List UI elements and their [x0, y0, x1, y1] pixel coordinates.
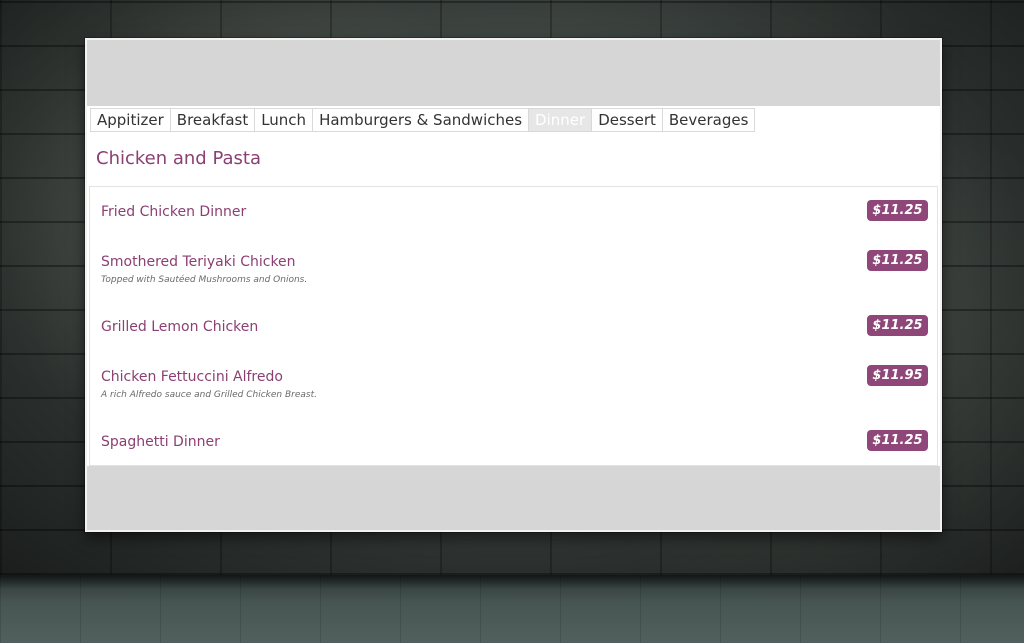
tab-dessert[interactable]: Dessert — [592, 109, 663, 131]
menu-item-name: Fried Chicken Dinner — [101, 204, 247, 220]
menu-item-description: Topped with Sautéed Mushrooms and Onions… — [101, 275, 308, 285]
price-badge: $11.25 — [867, 250, 928, 271]
tab-lunch[interactable]: Lunch — [255, 109, 314, 131]
panel-header-area — [87, 40, 940, 106]
menu-item-name: Chicken Fettuccini Alfredo — [101, 369, 283, 385]
menu-item-name: Spaghetti Dinner — [101, 434, 220, 450]
menu-panel: Appitizer Breakfast Lunch Hamburgers & S… — [85, 38, 942, 532]
menu-item: Grilled Lemon Chicken $11.25 — [101, 315, 928, 336]
menu-item: Chicken Fettuccini Alfredo A rich Alfred… — [101, 365, 928, 400]
tab-dinner[interactable]: Dinner — [529, 109, 593, 131]
price-badge: $11.25 — [867, 200, 928, 221]
background-scene: Appitizer Breakfast Lunch Hamburgers & S… — [0, 0, 1024, 643]
menu-item-name: Grilled Lemon Chicken — [101, 319, 259, 335]
menu-item: Spaghetti Dinner $11.25 — [101, 430, 928, 451]
menu-content: Appitizer Breakfast Lunch Hamburgers & S… — [87, 106, 940, 466]
menu-item-list: Fried Chicken Dinner $11.25 Smothered Te… — [89, 186, 938, 466]
price-badge: $11.25 — [867, 315, 928, 336]
section-title: Chicken and Pasta — [96, 148, 261, 169]
menu-item-name: Smothered Teriyaki Chicken — [101, 254, 296, 270]
menu-category-tabs: Appitizer Breakfast Lunch Hamburgers & S… — [90, 108, 756, 132]
price-badge: $11.95 — [867, 365, 928, 386]
price-badge: $11.25 — [867, 430, 928, 451]
stone-floor-background — [0, 575, 1024, 643]
tab-hamburgers-sandwiches[interactable]: Hamburgers & Sandwiches — [313, 109, 530, 131]
tab-appitizer[interactable]: Appitizer — [91, 109, 171, 131]
menu-item-description: A rich Alfredo sauce and Grilled Chicken… — [101, 390, 317, 400]
menu-item: Smothered Teriyaki Chicken Topped with S… — [101, 250, 928, 285]
menu-item: Fried Chicken Dinner $11.25 — [101, 200, 928, 221]
tab-beverages[interactable]: Beverages — [662, 109, 756, 131]
tab-breakfast[interactable]: Breakfast — [170, 109, 256, 131]
